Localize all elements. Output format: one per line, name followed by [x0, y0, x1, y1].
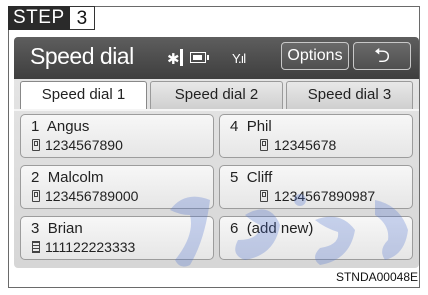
- mobile-phone-icon: [32, 139, 40, 151]
- tab-divider: [14, 109, 419, 111]
- speed-dial-entry-2[interactable]: 2 Malcolm 123456789000: [20, 165, 214, 209]
- entry-number: 1234567890987: [274, 188, 376, 204]
- back-arrow-icon: ⮌: [373, 45, 391, 67]
- entry-number: 123456789000: [45, 188, 139, 204]
- screen-title: Speed dial: [30, 43, 134, 69]
- header-bar: Speed dial ✱ Y.ıl Options ⮌: [14, 37, 419, 79]
- speed-dial-entry-5[interactable]: 5 Cliff 1234567890987: [219, 165, 413, 209]
- speed-dial-entry-4[interactable]: 4 Phil 12345678: [219, 114, 413, 158]
- entry-name: 3 Brian: [31, 220, 83, 237]
- entry-name: 6 (add new): [230, 220, 314, 237]
- speed-dial-screen: Speed dial ✱ Y.ıl Options ⮌ Speed dial 1…: [14, 37, 419, 268]
- bluetooth-icon: ✱: [167, 51, 180, 68]
- mobile-phone-icon: [260, 190, 268, 202]
- entry-number: 1234567890: [45, 137, 123, 153]
- tab-speed-dial-1[interactable]: Speed dial 1: [20, 81, 147, 109]
- mobile-phone-icon: [32, 190, 40, 202]
- step-label: STEP: [8, 6, 70, 30]
- entry-name: 1 Angus: [31, 118, 90, 135]
- options-button[interactable]: Options: [281, 42, 349, 70]
- entry-number: 111122223333: [45, 239, 136, 255]
- home-phone-icon: [32, 241, 40, 253]
- back-button[interactable]: ⮌: [353, 42, 411, 70]
- tab-bar: Speed dial 1 Speed dial 2 Speed dial 3: [14, 79, 419, 111]
- speed-dial-entry-1[interactable]: 1 Angus 1234567890: [20, 114, 214, 158]
- entry-name: 4 Phil: [230, 118, 272, 135]
- signal-level-icon: [180, 49, 183, 66]
- figure-caption: STNDA00048E: [335, 270, 418, 284]
- tab-speed-dial-3[interactable]: Speed dial 3: [286, 81, 413, 109]
- entry-name: 2 Malcolm: [31, 169, 104, 186]
- mobile-phone-icon: [260, 139, 268, 151]
- speed-dial-entry-3[interactable]: 3 Brian 111122223333: [20, 216, 214, 260]
- step-indicator: STEP 3: [8, 6, 96, 30]
- tab-speed-dial-2[interactable]: Speed dial 2: [150, 81, 283, 109]
- battery-icon: [190, 52, 209, 63]
- entry-number: 12345678: [274, 137, 337, 153]
- signal-icon: Y.ıl: [232, 51, 246, 66]
- entry-name: 5 Cliff: [230, 169, 273, 186]
- step-number: 3: [69, 6, 96, 30]
- speed-dial-add-new[interactable]: 6 (add new): [219, 216, 413, 260]
